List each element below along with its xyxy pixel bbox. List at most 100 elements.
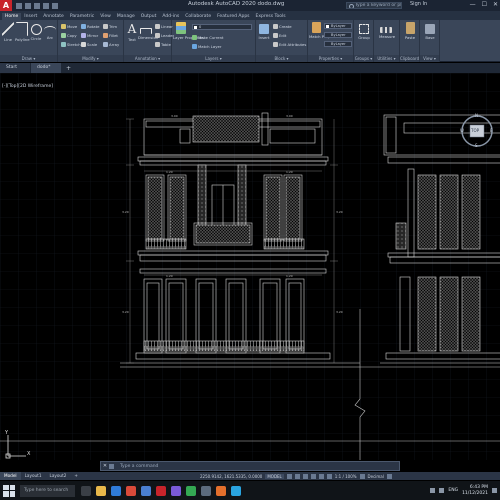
tab-annotate[interactable]: Annotate [40,13,67,20]
close-button[interactable]: ✕ [493,1,498,8]
layers-group-label[interactable]: Layers ▾ [172,55,255,62]
cursor-coordinates[interactable]: 2250.9142, 1621.5335, 0.0000 [200,474,262,479]
taskbar-search-input[interactable]: Type here to search [20,484,75,497]
modify-group-label[interactable]: Modify ▾ [58,55,123,62]
add-layout-icon[interactable]: + [70,472,82,480]
vlc-icon[interactable] [216,485,226,496]
ortho-icon[interactable] [302,473,308,479]
autocad-logo-icon[interactable]: A [0,0,12,11]
block-group-label[interactable]: Block ▾ [256,55,307,62]
new-tab-icon[interactable]: + [62,65,75,72]
minimize-button[interactable]: — [470,1,476,8]
trim-button[interactable]: Trim [103,23,117,30]
new-icon[interactable] [16,2,22,9]
draw-group-label[interactable]: Draw ▾ [0,55,57,62]
save-icon[interactable] [34,2,40,9]
edit-attributes-button[interactable]: Edit Attributes [273,41,306,48]
text-button[interactable]: A Text [125,22,139,42]
groups-group-label[interactable]: Groups ▾ [354,55,373,62]
viewport-label[interactable]: [-][Top][2D Wireframe] [2,84,53,89]
redo-icon[interactable] [52,2,58,9]
copy-button[interactable]: Copy [61,32,77,39]
snap-icon[interactable] [294,473,300,479]
file-tab-start[interactable]: Start [0,63,30,73]
open-icon[interactable] [25,2,31,9]
measure-button[interactable]: Measure [379,22,395,39]
edit-block-button[interactable]: Edit [273,32,286,39]
tab-model[interactable]: Model [0,472,21,480]
polyline-button[interactable]: Polyline [15,22,30,42]
tab-collaborate[interactable]: Collaborate [182,13,214,20]
word-icon[interactable] [141,485,151,496]
linetype-dropdown[interactable]: ByLayer [324,32,352,38]
osnap-icon[interactable] [318,473,324,479]
sign-in-link[interactable]: Sign In [410,1,427,7]
clock[interactable]: 6:43 PM 11/12/2021 [462,485,488,497]
color-dropdown[interactable]: ByLayer [324,23,352,29]
view-group-label[interactable]: View ▾ [420,55,439,62]
wifi-icon[interactable] [430,488,436,493]
lineweight-dropdown[interactable]: ByLayer [324,41,352,47]
edge-icon[interactable] [111,485,121,496]
array-button[interactable]: Array [103,41,119,48]
telegram-icon[interactable] [231,485,241,496]
table-button[interactable]: Table [155,41,171,48]
autocad-taskbar-icon[interactable] [156,485,166,496]
search-input[interactable]: Type a keyword or phrase [346,2,402,9]
drawing-canvas[interactable]: 3.00 3.00 1.20 1.20 1.20 1.20 3.20 3.20 … [0,73,500,460]
tab-express-tools[interactable]: Express Tools [253,13,289,20]
match-properties-button[interactable]: Match Properties [309,22,341,39]
line-button[interactable]: Line [1,22,15,42]
circle-button[interactable]: Circle [29,22,43,41]
tab-home[interactable]: Home [2,13,22,20]
group-button[interactable]: Group [357,22,371,40]
dimension-button[interactable]: Dimension [138,22,158,40]
fillet-button[interactable]: Fillet [103,32,118,39]
move-button[interactable]: Move [61,23,77,30]
mirror-button[interactable]: Mirror [81,32,98,39]
command-history-icon[interactable] [109,463,114,469]
command-close-icon[interactable]: ✕ [101,463,109,469]
spotify-icon[interactable] [186,485,196,496]
properties-group-label[interactable]: Properties ▾ [308,55,353,62]
tab-insert[interactable]: Insert [21,13,40,20]
arc-button[interactable]: Arc [43,22,57,40]
grid-icon[interactable] [286,473,292,479]
file-tab-dodo[interactable]: dodo* [31,63,61,73]
media-player-icon[interactable] [171,485,181,496]
volume-icon[interactable] [439,488,445,493]
make-current-button[interactable]: Make Current [192,34,223,41]
language-indicator[interactable]: ENG [448,488,458,494]
task-view-icon[interactable] [81,485,91,496]
workspace-gear-icon[interactable] [359,473,365,479]
match-layer-button[interactable]: Match Layer [192,43,221,50]
base-button[interactable]: Base [423,22,437,40]
undo-icon[interactable] [43,2,49,9]
windows-start-icon[interactable] [3,484,15,497]
chrome-icon[interactable] [126,485,136,496]
command-input[interactable]: Type a command [120,464,158,469]
units-dropdown[interactable]: Decimal [368,474,384,479]
notification-icon[interactable] [492,488,497,493]
rotate-button[interactable]: Rotate [81,23,99,30]
annotation-scale[interactable]: 1:1 / 100% [335,474,357,479]
polar-icon[interactable] [310,473,316,479]
create-block-button[interactable]: Create [273,23,292,30]
tab-parametric[interactable]: Parametric [67,13,97,20]
customize-icon[interactable] [386,473,392,479]
insert-button[interactable]: Insert [257,22,271,40]
tab-add-ins[interactable]: Add-ins [159,13,182,20]
layer-dropdown[interactable]: 0 [192,24,252,30]
tab-featured-apps[interactable]: Featured Apps [214,13,252,20]
model-space-toggle[interactable]: MODEL [265,473,284,479]
scale-button[interactable]: Scale [81,41,97,48]
maximize-button[interactable]: ☐ [482,1,487,8]
tab-output[interactable]: Output [138,13,160,20]
tab-layout2[interactable]: Layout2 [45,472,70,480]
tab-manage[interactable]: Manage [114,13,138,20]
stretch-button[interactable]: Stretch [61,41,81,48]
clipboard-group-label[interactable]: Clipboard [400,55,419,62]
linear-button[interactable]: Linear [155,23,173,30]
annotation-group-label[interactable]: Annotation ▾ [124,55,171,62]
paste-button[interactable]: Paste [403,22,417,40]
